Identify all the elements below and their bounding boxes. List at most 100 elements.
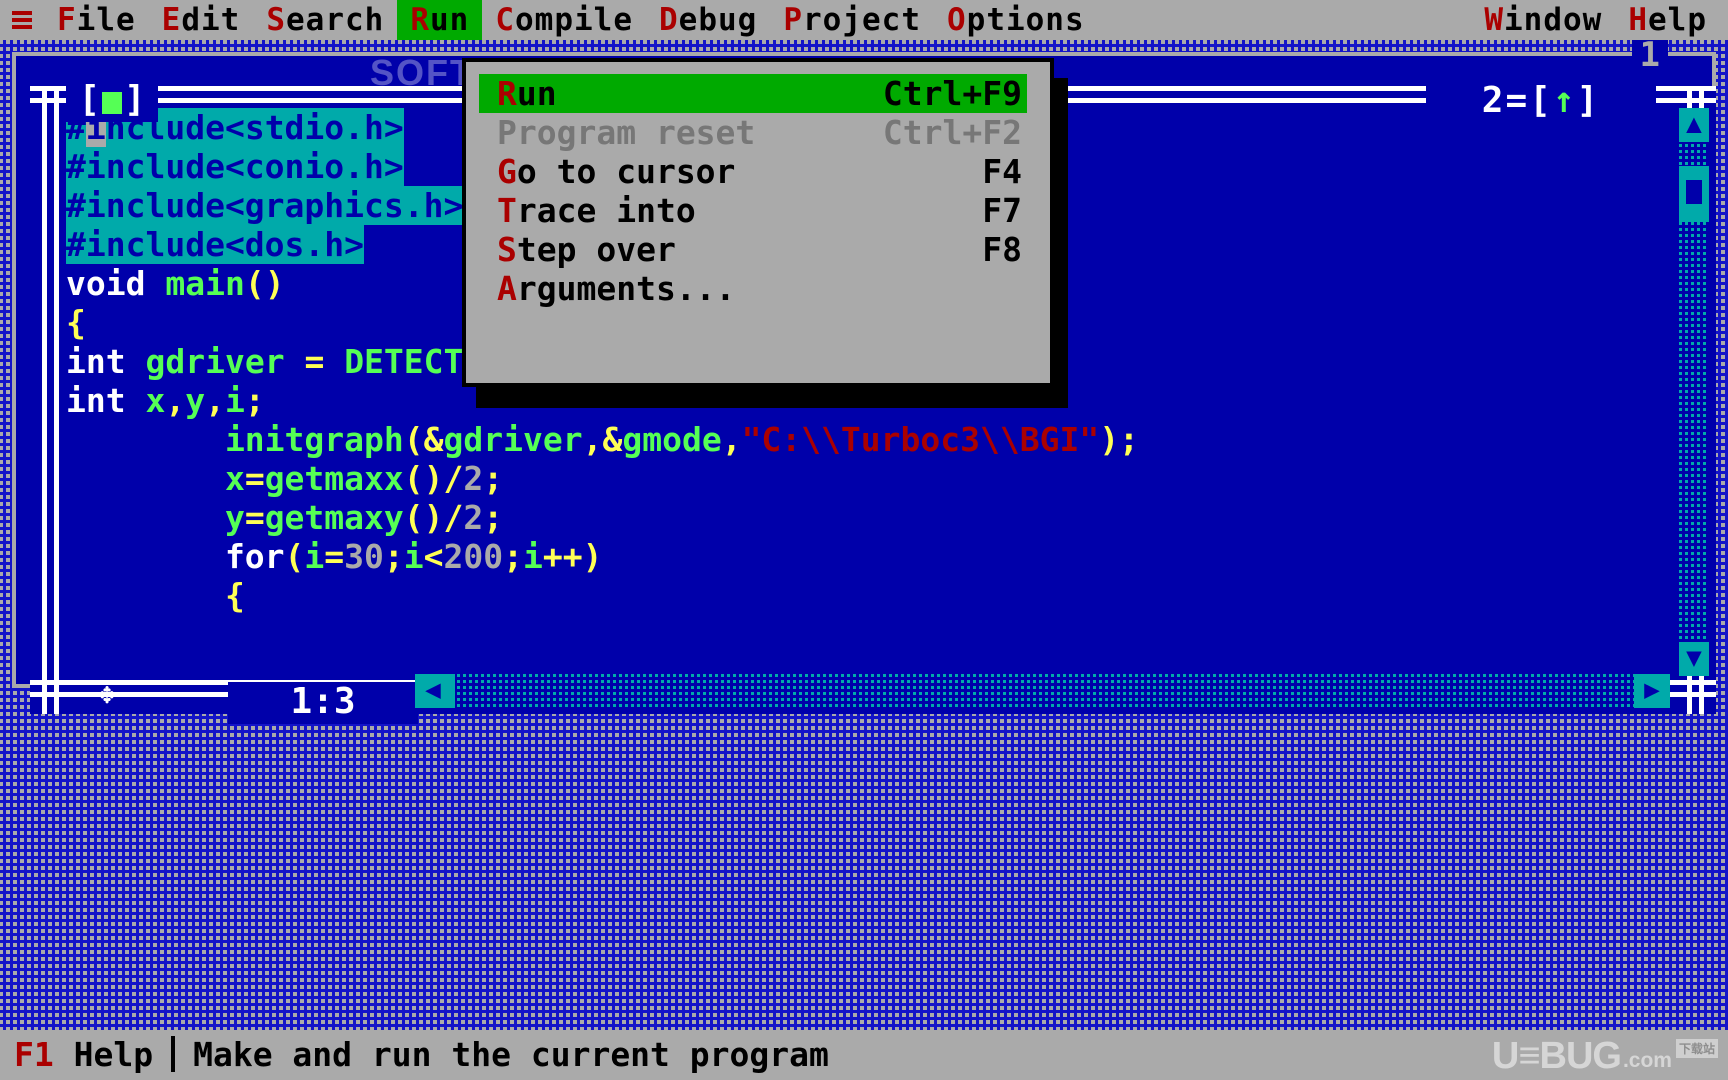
menu-hotkey: S: [266, 2, 287, 38]
run-menu-hotkey: G: [497, 152, 517, 191]
window-1-number: 1: [1631, 36, 1668, 74]
menu-item-compile[interactable]: Compile: [482, 0, 646, 40]
menu-label: ile: [76, 2, 136, 38]
code-token: ,: [721, 420, 742, 459]
menu-hotkey: R: [410, 2, 431, 38]
code-token: i: [304, 537, 325, 576]
code-token: ;: [244, 381, 265, 420]
status-separator: [171, 1036, 176, 1072]
menu-label: ompile: [515, 2, 633, 38]
help-label[interactable]: Help: [54, 1035, 153, 1074]
run-menu-item-arguments-[interactable]: Arguments...: [479, 269, 1027, 308]
run-menu-item-trace-into[interactable]: Trace into F7: [479, 191, 1027, 230]
ugbug-cn-badge: 下载站: [1675, 1039, 1718, 1058]
code-token: (): [244, 264, 285, 303]
run-menu-rest: rguments...: [516, 269, 736, 308]
code-line[interactable]: y=getmaxy()/2;: [66, 498, 1666, 537]
status-bar: F1 Help Make and run the current program: [0, 1030, 1728, 1080]
turbo-c-ide-screen: 1 [] 2=[↑] ✥ 1:3 #include<stdio.h> #inclu…: [0, 0, 1728, 1080]
scroll-up-arrow-icon[interactable]: ▲: [1679, 108, 1709, 142]
run-menu-rest: o to cursor: [516, 152, 736, 191]
close-bracket-left: [: [78, 79, 100, 120]
code-token: void: [66, 264, 166, 303]
code-line[interactable]: x=getmaxx()/2;: [66, 459, 1666, 498]
code-token: i: [403, 537, 424, 576]
system-menu-icon[interactable]: [0, 0, 44, 40]
maximize-suffix: ]: [1576, 80, 1601, 121]
menu-item-file[interactable]: File: [44, 0, 149, 40]
code-token: ;: [483, 459, 504, 498]
menu-label: earch: [286, 2, 385, 38]
code-line[interactable]: initgraph(&gdriver,&gmode,"C:\\Turboc3\\…: [66, 420, 1666, 459]
code-token: 2: [463, 459, 484, 498]
run-menu-item-label: Go to cursor: [497, 152, 735, 191]
run-menu-rest: tep over: [516, 230, 676, 269]
menu-item-run[interactable]: Run: [397, 0, 483, 40]
window-resize-handle[interactable]: ✥: [92, 679, 122, 710]
run-menu-shortcut: F7: [982, 191, 1022, 230]
menu-hotkey: C: [495, 2, 516, 38]
run-menu-rest: un: [516, 74, 557, 113]
run-dropdown-menu[interactable]: Run Ctrl+F9 Program reset Ctrl+F2 Go to curs…: [462, 58, 1054, 387]
menu-hotkey: W: [1484, 2, 1504, 38]
code-token: initgraph: [66, 420, 404, 459]
code-token: =: [244, 459, 265, 498]
scroll-right-arrow-icon[interactable]: ▶: [1634, 674, 1670, 708]
run-menu-shortcut: F8: [982, 230, 1022, 269]
code-token: i: [224, 381, 245, 420]
code-token: =: [304, 342, 345, 381]
code-token: ++): [542, 537, 603, 576]
code-token: i: [523, 537, 543, 576]
code-line[interactable]: for(i=30;i<200;i++): [66, 537, 1666, 576]
f1-key-label[interactable]: F1: [14, 1035, 54, 1074]
maximize-prefix: 2=[: [1481, 80, 1553, 121]
vertical-scroll-thumb[interactable]: [1679, 166, 1709, 222]
code-token: getmaxy: [264, 498, 404, 537]
run-menu-item-go-to-cursor[interactable]: Go to cursor F4: [479, 152, 1027, 191]
window-maximize-button[interactable]: 2=[↑]: [1426, 80, 1656, 124]
cursor-position-indicator: 1:3: [228, 682, 418, 724]
code-line[interactable]: {: [66, 576, 1666, 615]
menu-hotkey: E: [161, 2, 182, 38]
menu-hotkey: O: [946, 2, 967, 38]
window-border-left-2: [54, 86, 59, 714]
code-token: 30: [344, 537, 384, 576]
menu-hotkey: D: [659, 2, 679, 38]
menu-label: ebug: [678, 2, 758, 38]
menu-label: indow: [1504, 2, 1603, 38]
scroll-left-arrow-icon[interactable]: ◀: [415, 674, 451, 708]
menu-item-debug[interactable]: Debug: [646, 0, 770, 40]
menu-bar-left-group: File Edit Search Run Compile Debug Project Opti…: [44, 0, 1098, 40]
code-token: #include<conio.h>: [66, 147, 404, 186]
run-menu-item-step-over[interactable]: Step over F8: [479, 230, 1027, 269]
run-menu-rest: race into: [516, 191, 696, 230]
code-token: (: [284, 537, 305, 576]
menu-label: un: [430, 2, 470, 38]
code-token: #include<dos.h>: [66, 225, 365, 264]
run-menu-item-run[interactable]: Run Ctrl+F9: [479, 74, 1027, 113]
window-close-button[interactable]: []: [66, 80, 158, 122]
scroll-down-arrow-icon[interactable]: ▼: [1679, 642, 1709, 676]
code-token: <: [423, 537, 444, 576]
scroll-thumb-box-icon: [1686, 180, 1702, 204]
menu-item-window[interactable]: Window: [1471, 0, 1615, 40]
menu-item-help[interactable]: Help: [1615, 0, 1720, 40]
run-menu-hotkey: R: [497, 74, 517, 113]
code-token: 200: [443, 537, 504, 576]
code-token: {: [66, 303, 86, 342]
code-token: );: [1099, 420, 1139, 459]
menu-bar[interactable]: File Edit Search Run Compile Debug Project Opti…: [0, 0, 1728, 40]
run-menu-shortcut: Ctrl+F9: [882, 74, 1022, 113]
window-border-left: [42, 86, 47, 714]
menu-item-options[interactable]: Options: [934, 0, 1098, 40]
run-menu-item-program-reset: Program reset Ctrl+F2: [479, 113, 1027, 152]
menu-item-search[interactable]: Search: [253, 0, 397, 40]
menu-bar-right-group: Window Help: [1471, 0, 1728, 40]
menu-item-project[interactable]: Project: [770, 0, 934, 40]
code-token: int: [66, 342, 146, 381]
horizontal-scrollbar[interactable]: ◀ ▶: [415, 674, 1670, 708]
vertical-scrollbar[interactable]: ▲ ▼: [1679, 108, 1709, 676]
code-token: main: [165, 264, 245, 303]
menu-item-edit[interactable]: Edit: [149, 0, 254, 40]
run-menu-item-label: Arguments...: [497, 269, 735, 308]
